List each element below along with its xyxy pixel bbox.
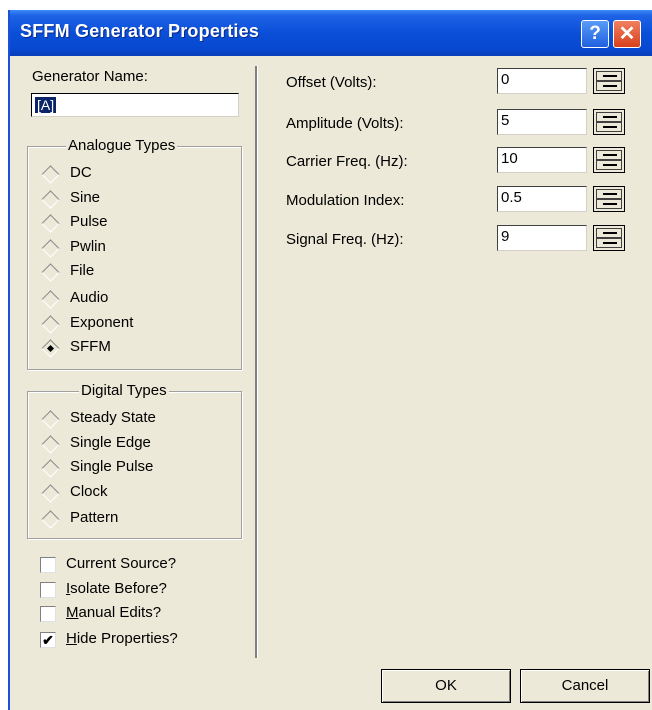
radio-diamond-icon	[41, 484, 60, 503]
spin-up-button[interactable]	[596, 150, 622, 160]
radio-label: Audio	[70, 289, 109, 306]
title-bar[interactable]: SFFM Generator Properties ? ✕	[10, 10, 652, 56]
generator-name-value: [A]	[35, 97, 57, 113]
checkmark-icon: ✔	[40, 632, 56, 648]
spin-down-button[interactable]	[596, 81, 622, 91]
checkbox-label: Manual Edits?	[66, 604, 162, 621]
help-icon: ?	[589, 23, 601, 44]
radio-label: File	[70, 262, 95, 279]
close-icon: ✕	[618, 23, 636, 45]
analogue-types-group: Analogue Types DC Sine Pulse Pwlin File …	[27, 137, 242, 370]
signal-freq-spinner[interactable]	[593, 225, 625, 251]
carrier-freq-input[interactable]: 10	[497, 147, 587, 173]
signal-freq-input[interactable]: 9	[497, 225, 587, 251]
checkbox-label: Isolate Before?	[66, 580, 167, 597]
analogue-types-title: Analogue Types	[66, 137, 178, 154]
spin-up-button[interactable]	[596, 112, 622, 122]
amplitude-spinner[interactable]	[593, 109, 625, 135]
radio-diamond-icon	[41, 263, 60, 282]
carrier-freq-label: Carrier Freq. (Hz):	[286, 153, 408, 170]
offset-spinner[interactable]	[593, 68, 625, 94]
amplitude-input[interactable]: 5	[497, 109, 587, 135]
cancel-button[interactable]: Cancel	[520, 669, 650, 703]
carrier-freq-spinner[interactable]	[593, 147, 625, 173]
radio-label: Exponent	[70, 314, 134, 331]
checkbox-box	[40, 606, 56, 622]
radio-diamond-icon	[41, 315, 60, 334]
modulation-index-input[interactable]: 0.5	[497, 186, 587, 212]
modulation-index-spinner[interactable]	[593, 186, 625, 212]
radio-label: Pattern	[70, 509, 119, 526]
radio-diamond-icon	[41, 214, 60, 233]
close-button[interactable]: ✕	[613, 20, 641, 48]
spin-up-icon	[603, 154, 617, 156]
radio-diamond-icon	[41, 435, 60, 454]
spin-up-icon	[603, 116, 617, 118]
checkbox-label: Hide Properties?	[66, 630, 178, 647]
spin-down-button[interactable]	[596, 238, 622, 248]
vertical-divider	[255, 66, 258, 658]
digital-types-group: Digital Types Steady State Single Edge S…	[27, 382, 242, 539]
signal-freq-label: Signal Freq. (Hz):	[286, 231, 404, 248]
spin-up-icon	[603, 75, 617, 77]
generator-name-input[interactable]: [A]	[31, 93, 239, 117]
spin-up-button[interactable]	[596, 228, 622, 238]
spin-up-button[interactable]	[596, 189, 622, 199]
radio-label: Single Edge	[70, 434, 151, 451]
spin-down-button[interactable]	[596, 160, 622, 170]
radio-diamond-icon	[41, 410, 60, 429]
digital-types-title: Digital Types	[79, 382, 169, 399]
radio-label: Sine	[70, 189, 101, 206]
checkbox-box	[40, 582, 56, 598]
modulation-index-label: Modulation Index:	[286, 192, 405, 209]
offset-input[interactable]: 0	[497, 68, 587, 94]
radio-label: SFFM	[70, 338, 111, 355]
spin-down-icon	[603, 85, 617, 87]
spin-up-button[interactable]	[596, 71, 622, 81]
radio-label: Single Pulse	[70, 458, 154, 475]
dialog-title: SFFM Generator Properties	[20, 21, 260, 41]
radio-label: Pwlin	[70, 238, 106, 255]
sffm-properties-dialog: SFFM Generator Properties ? ✕ Generator …	[8, 10, 652, 710]
radio-diamond-icon	[41, 165, 60, 184]
amplitude-label: Amplitude (Volts):	[286, 115, 404, 132]
spin-down-icon	[603, 203, 617, 205]
radio-label: Pulse	[70, 213, 108, 230]
radio-label: Clock	[70, 483, 108, 500]
spin-down-icon	[603, 242, 617, 244]
radio-label: Steady State	[70, 409, 156, 426]
radio-selected-icon	[41, 339, 60, 358]
offset-label: Offset (Volts):	[286, 74, 377, 91]
spin-down-button[interactable]	[596, 199, 622, 209]
radio-label: DC	[70, 164, 92, 181]
radio-diamond-icon	[41, 290, 60, 309]
spin-down-icon	[603, 164, 617, 166]
radio-diamond-icon	[41, 239, 60, 258]
spin-up-icon	[603, 232, 617, 234]
help-button[interactable]: ?	[581, 20, 609, 48]
checkbox-label: Current Source?	[66, 555, 177, 572]
spin-down-button[interactable]	[596, 122, 622, 132]
spin-up-icon	[603, 193, 617, 195]
ok-button[interactable]: OK	[381, 669, 511, 703]
radio-diamond-icon	[41, 459, 60, 478]
spin-down-icon	[603, 126, 617, 128]
checkbox-box	[40, 557, 56, 573]
radio-diamond-icon	[41, 190, 60, 209]
radio-diamond-icon	[41, 510, 60, 529]
generator-name-label: Generator Name:	[32, 68, 148, 85]
